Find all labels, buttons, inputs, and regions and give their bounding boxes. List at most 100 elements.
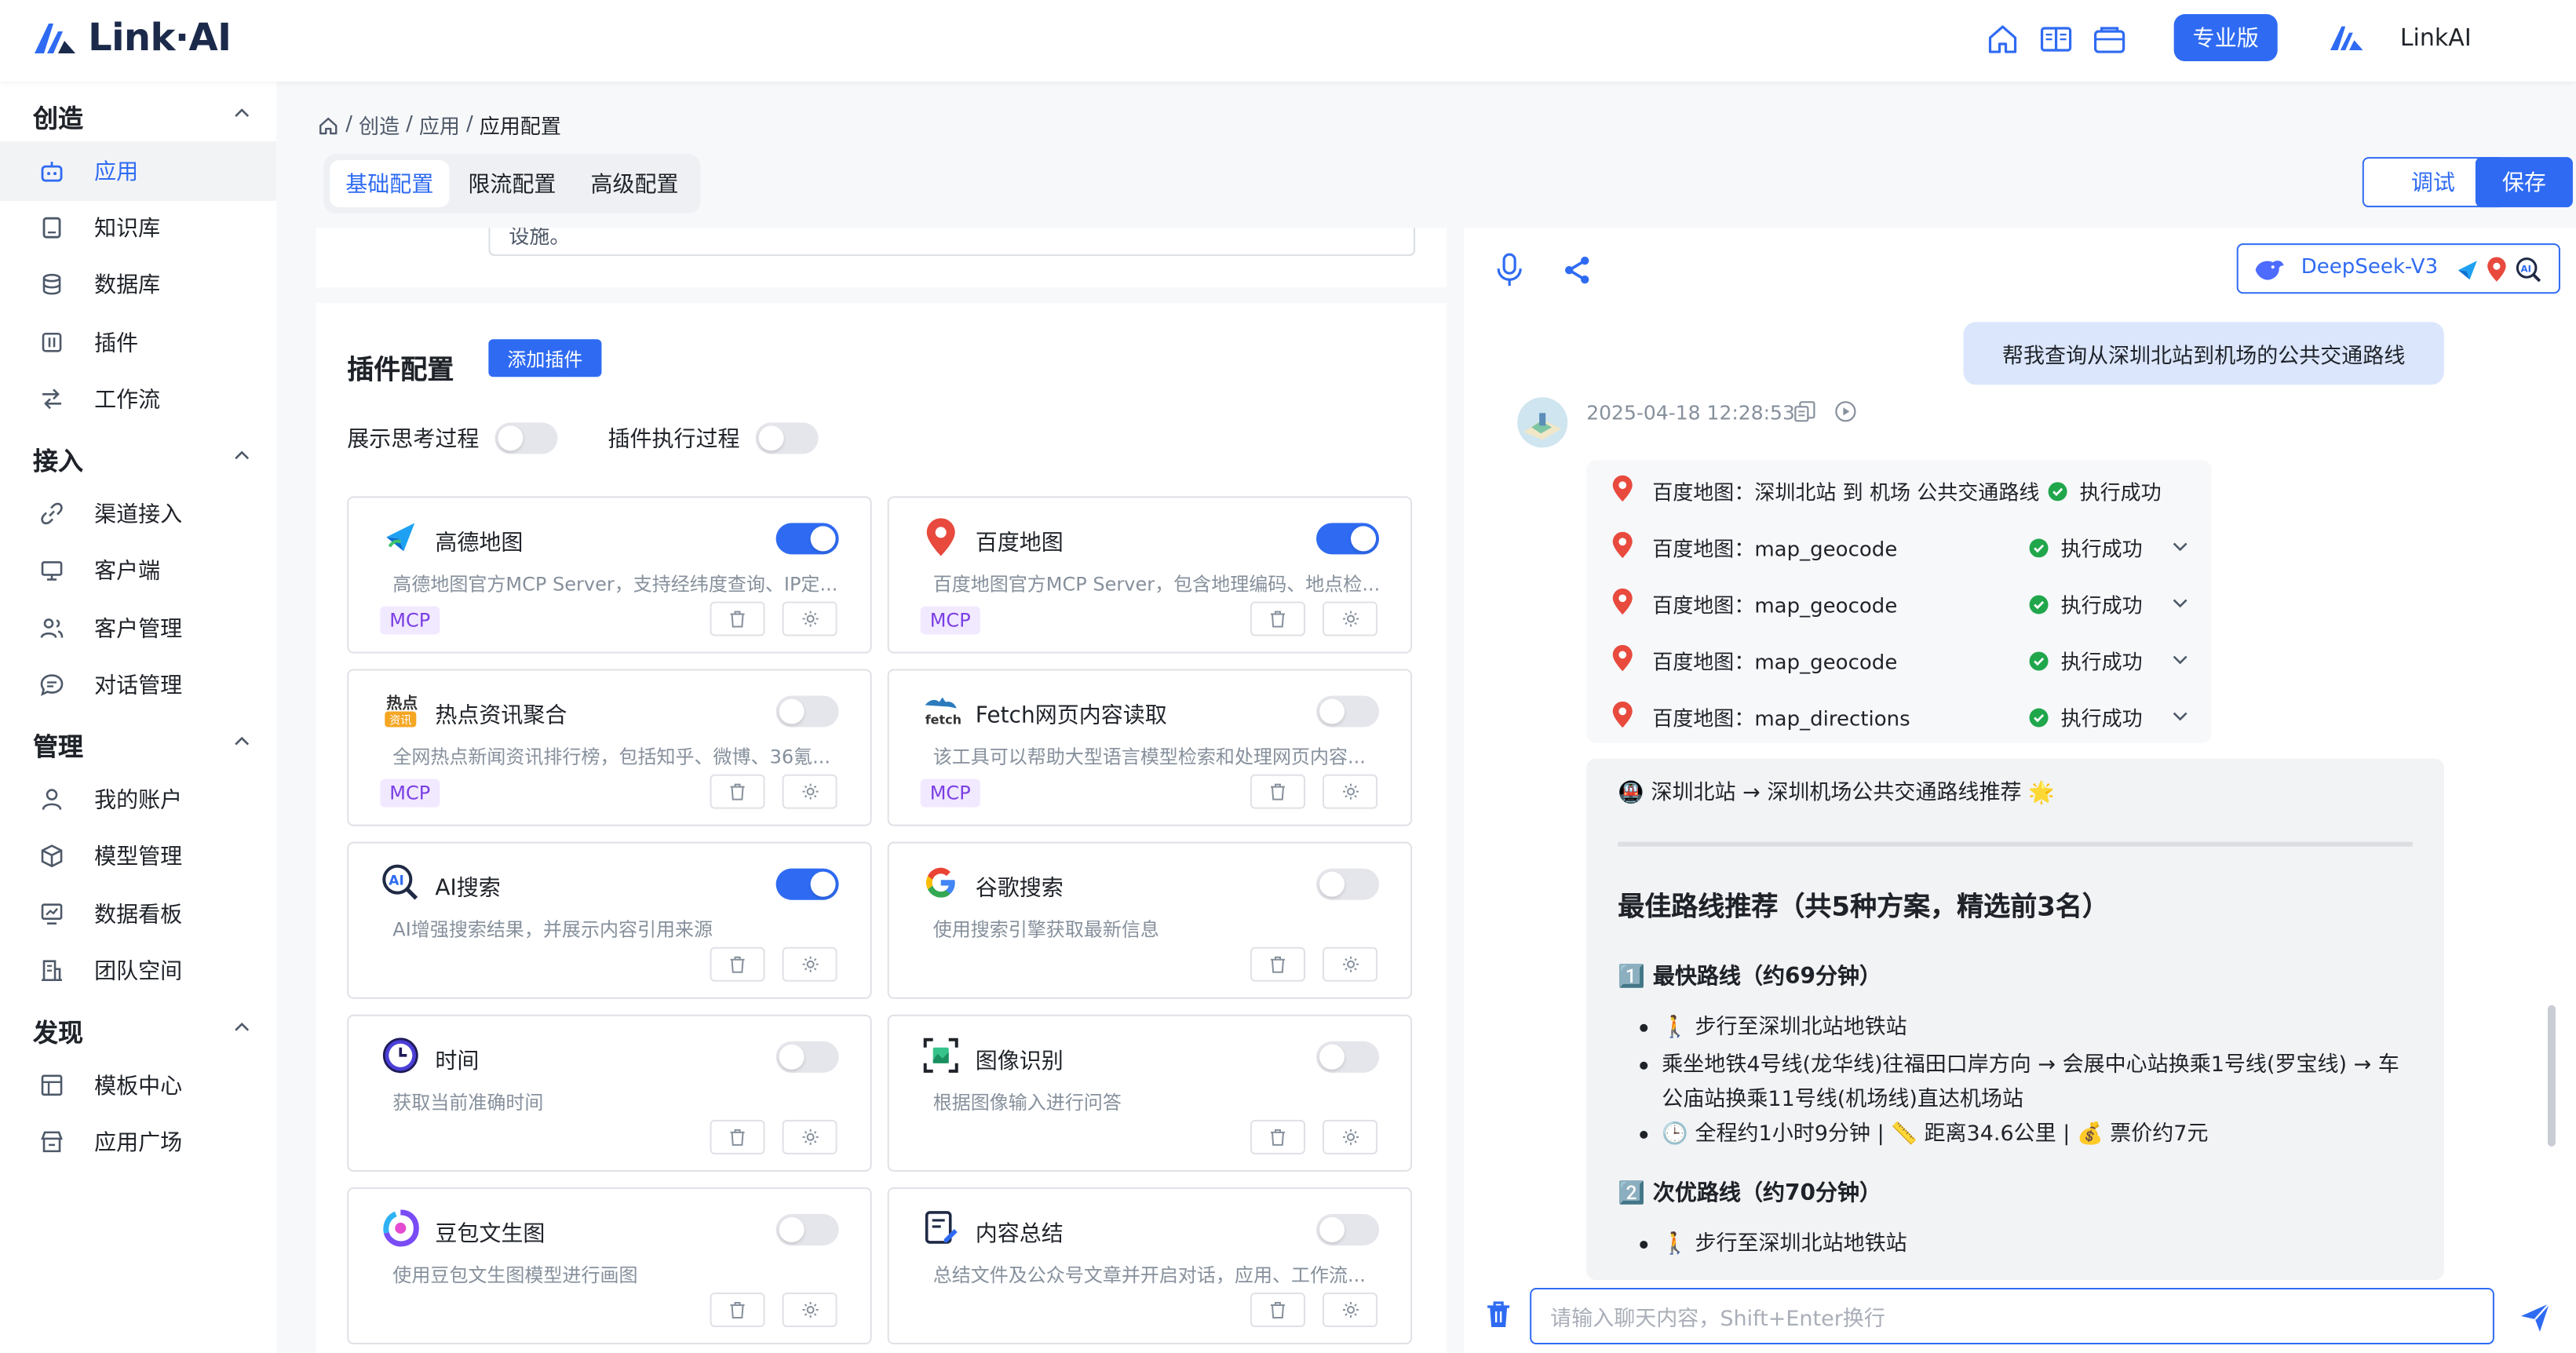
chevron-up-icon[interactable] [232,446,251,465]
plugin-settings-button[interactable] [782,1292,837,1328]
sidebar-item-plugins[interactable]: 插件 [0,312,276,372]
tab-basic[interactable]: 基础配置 [330,160,450,208]
plugin-card-google-search[interactable]: 谷歌搜索 使用搜索引擎获取最新信息 [887,841,1413,999]
delete-plugin-button[interactable] [1250,774,1305,809]
copy-icon[interactable] [1793,400,1815,422]
sidebar-item-account[interactable]: 我的账户 [0,770,276,830]
tab-advanced[interactable]: 高级配置 [575,160,694,207]
sidebar-item-channels[interactable]: 渠道接入 [0,483,276,543]
delete-plugin-button[interactable] [1250,1119,1305,1154]
plugin-enable-toggle[interactable] [775,1213,839,1245]
plugin-enable-toggle[interactable] [775,523,839,555]
plugin-settings-button[interactable] [1323,601,1378,636]
sidebar-item-models[interactable]: 模型管理 [0,826,276,886]
save-button[interactable]: 保存 [2475,157,2573,208]
plugin-card-hot-news[interactable]: 热点 资讯 热点资讯聚合 全网热点新闻资讯排行榜，包括知乎、微博、36氪... M… [347,669,872,826]
chat-input[interactable]: 请输入聊天内容，Shift+Enter换行 [1530,1287,2494,1345]
wallet-icon[interactable] [2093,22,2127,57]
chevron-up-icon[interactable] [232,104,251,122]
sidebar-item-dashboard[interactable]: 数据看板 [0,884,276,944]
tool-call-row[interactable]: 百度地图：map_geocode 执行成功 [1586,518,2211,574]
sidebar-item-knowledge[interactable]: 知识库 [0,198,276,257]
sidebar-item-clients[interactable]: 客户端 [0,540,276,600]
tab-rate-limit[interactable]: 限流配置 [452,160,571,207]
user-avatar-icon[interactable] [2328,22,2366,53]
plugin-settings-button[interactable] [1323,1292,1378,1328]
plugin-card-ai-search[interactable]: AI AI搜索 AI增强搜索结果，并展示内容引用来源 [347,841,872,999]
delete-plugin-button[interactable] [710,1292,765,1328]
chevron-down-icon[interactable] [2171,593,2190,612]
plugin-enable-toggle[interactable] [775,1041,839,1073]
plugin-card-amap[interactable]: 高德地图 高德地图官方MCP Server，支持经纬度查询、IP定... MCP [347,496,872,654]
delete-plugin-button[interactable] [710,1119,765,1154]
chevron-down-icon[interactable] [2171,707,2190,726]
sidebar-section-manage[interactable]: 管理 [33,726,83,764]
plugin-card-content-summary[interactable]: 内容总结 总结文件及公众号文章并开启对话，应用、工作流... [887,1187,1413,1345]
sidebar-section-access[interactable]: 接入 [33,439,83,477]
sidebar-item-templates[interactable]: 模板中心 [0,1056,276,1115]
plugin-exec-toggle[interactable] [755,422,819,454]
delete-plugin-button[interactable] [710,601,765,636]
model-selector[interactable]: DeepSeek-V3 AI [2236,243,2560,294]
breadcrumb-apps[interactable]: 应用 [419,110,460,140]
sidebar-item-conversations[interactable]: 对话管理 [0,655,276,715]
plugin-enable-toggle[interactable] [1316,695,1380,728]
user-name[interactable]: LinkAI [2400,24,2472,52]
plugin-settings-button[interactable] [782,774,837,809]
book-icon[interactable] [2039,22,2074,57]
plugin-card-image-recognition[interactable]: 图像识别 根据图像输入进行问答 [887,1014,1413,1172]
tool-call-row[interactable]: 百度地图：map_geocode 执行成功 [1586,574,2211,631]
chat-scrollbar[interactable] [2547,1005,2556,1147]
chevron-up-icon[interactable] [232,1018,251,1037]
clear-chat-icon[interactable] [1486,1300,1511,1329]
chevron-down-icon[interactable] [2171,537,2190,556]
delete-plugin-button[interactable] [710,946,765,982]
breadcrumb-create[interactable]: 创造 [359,110,400,140]
chevron-up-icon[interactable] [232,732,251,751]
pro-plan-button[interactable]: 专业版 [2173,14,2278,62]
plugin-enable-toggle[interactable] [1316,1041,1380,1073]
tool-call-row[interactable]: 百度地图：map_directions 执行成功 [1586,688,2211,745]
tool-call-row[interactable]: 百度地图：深圳北站 到 机场 公共交通路线 执行成功 [1586,461,2211,518]
sidebar-item-team[interactable]: 团队空间 [0,941,276,1001]
share-icon[interactable] [1561,254,1593,286]
sidebar-section-create[interactable]: 创造 [33,97,83,135]
sidebar-item-apps[interactable]: 应用 [0,141,277,202]
plugin-settings-button[interactable] [782,1119,837,1154]
delete-plugin-button[interactable] [710,774,765,809]
delete-plugin-button[interactable] [1250,601,1305,636]
plugin-card-fetch[interactable]: fetch Fetch网页内容读取 该工具可以帮助大型语言模型检索和处理网页内容… [887,669,1413,826]
plugin-settings-button[interactable] [1323,774,1378,809]
plugin-card-baidu-map[interactable]: 百度地图 百度地图官方MCP Server，包含地理编码、地点检... MCP [887,496,1413,654]
logo[interactable]: Link·AI [31,16,232,60]
plugin-settings-button[interactable] [1323,1119,1378,1154]
play-icon[interactable] [1834,400,1856,422]
home-icon[interactable] [1986,22,2020,57]
sidebar-item-workflow[interactable]: 工作流 [0,369,276,429]
sidebar-item-database[interactable]: 数据库 [0,254,276,314]
add-plugin-button[interactable]: 添加插件 [488,339,602,377]
tool-call-row[interactable]: 百度地图：map_geocode 执行成功 [1586,631,2211,687]
plugin-enable-toggle[interactable] [1316,523,1380,555]
plugin-settings-button[interactable] [782,946,837,982]
sidebar-item-customers[interactable]: 客户管理 [0,598,276,658]
microphone-icon[interactable] [1495,253,1523,287]
show-thinking-toggle[interactable] [494,422,558,454]
delete-plugin-button[interactable] [1250,946,1305,982]
delete-plugin-button[interactable] [1250,1292,1305,1328]
plugin-enable-toggle[interactable] [1316,1213,1380,1245]
chevron-down-icon[interactable] [2171,650,2190,669]
plugin-settings-button[interactable] [1323,946,1378,982]
plugin-enable-toggle[interactable] [1316,868,1380,900]
plugin-enable-toggle[interactable] [775,695,839,728]
plugin-card-doubao-image[interactable]: 豆包文生图 使用豆包文生图模型进行画图 [347,1187,872,1345]
send-icon[interactable] [2519,1302,2551,1333]
sidebar-section-discover[interactable]: 发现 [33,1012,83,1049]
plugin-card-time[interactable]: 时间 获取当前准确时间 [347,1014,872,1172]
plugin-enable-toggle[interactable] [775,868,839,900]
sidebar-item-app-store[interactable]: 应用广场 [0,1112,276,1172]
top-bar: Link·AI 专业版 LinkAI [0,0,2576,82]
home-icon[interactable] [317,114,339,136]
plugin-settings-button[interactable] [782,601,837,636]
description-textarea[interactable]: 设施。 [488,228,1416,257]
